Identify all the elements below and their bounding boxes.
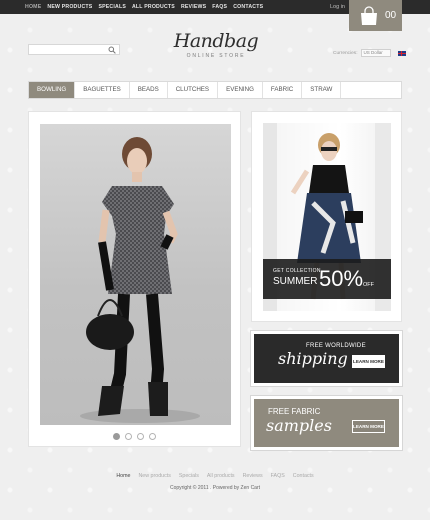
search-input[interactable]	[28, 44, 120, 55]
category-straw[interactable]: STRAW	[302, 82, 342, 98]
footer-link-faqs[interactable]: FAQS	[271, 473, 285, 479]
currency-select[interactable]: US Dollar	[360, 49, 391, 57]
summer-sale-image: GET COLLECTION SUMMER 50% OFF	[263, 123, 391, 311]
top-nav: HOME NEW PRODUCTS SPECIALS ALL PRODUCTS …	[25, 0, 263, 14]
top-nav-reviews[interactable]: REVIEWS	[181, 0, 206, 14]
logo-subtitle: ONLINE STORE	[186, 53, 246, 59]
summer-word: SUMMER	[273, 276, 318, 287]
footer-nav: Home New products Specials All products …	[0, 473, 430, 479]
category-beads[interactable]: BEADS	[130, 82, 168, 98]
footer-link-specials[interactable]: Specials	[179, 473, 199, 479]
summer-percent: 50%	[319, 266, 364, 291]
category-fabric[interactable]: FABRIC	[263, 82, 303, 98]
free-shipping-banner[interactable]: FREE WORLDWIDE shipping LEARN MORE	[250, 330, 403, 387]
shipping-learn-more-button[interactable]: LEARN MORE	[352, 355, 385, 368]
top-nav-contacts[interactable]: CONTACTS	[233, 0, 263, 14]
fabric-line2: samples	[266, 416, 332, 435]
top-nav-all-products[interactable]: ALL PRODUCTS	[132, 0, 175, 14]
slideshow-dot[interactable]	[125, 433, 132, 440]
top-nav-new-products[interactable]: NEW PRODUCTS	[47, 0, 92, 14]
free-fabric-banner[interactable]: FREE FABRIC samples LEARN MORE	[250, 395, 403, 451]
currency-label: Currencies:	[333, 50, 358, 56]
footer-link-new-products[interactable]: New products	[138, 473, 170, 479]
footer-link-contacts[interactable]: Contacts	[293, 473, 314, 479]
slideshow-dot[interactable]	[113, 433, 120, 440]
top-nav-home[interactable]: HOME	[25, 0, 41, 14]
logo-script: Handbag	[173, 30, 259, 52]
model-photo	[80, 137, 200, 423]
slideshow-image[interactable]	[40, 124, 231, 425]
fabric-learn-more-button[interactable]: LEARN MORE	[352, 420, 385, 433]
shipping-line2: shipping	[278, 349, 348, 368]
top-nav-faqs[interactable]: FAQS	[212, 0, 227, 14]
category-bowling[interactable]: BOWLING	[29, 82, 76, 98]
summer-sale-bar: GET COLLECTION SUMMER 50% OFF	[263, 259, 391, 299]
english-flag-icon[interactable]	[397, 50, 406, 56]
summer-get-text: GET COLLECTION	[273, 268, 321, 274]
category-evening[interactable]: EVENING	[218, 82, 263, 98]
category-baguettes[interactable]: BAGUETTES	[75, 82, 130, 98]
cart-button[interactable]: 00	[349, 0, 402, 31]
main-slideshow	[28, 111, 241, 447]
slideshow-pager	[113, 433, 156, 440]
category-clutches[interactable]: CLUTCHES	[168, 82, 219, 98]
fabric-line1: FREE FABRIC	[268, 407, 321, 416]
login-link[interactable]: Log in	[330, 0, 345, 14]
category-nav: BOWLING BAGUETTES BEADS CLUTCHES EVENING…	[28, 81, 402, 99]
cart-count: 00	[385, 10, 397, 21]
footer-link-all-products[interactable]: All products	[207, 473, 235, 479]
search-icon[interactable]	[108, 46, 116, 54]
footer-link-reviews[interactable]: Reviews	[243, 473, 263, 479]
currency-selector: Currencies: US Dollar	[333, 49, 406, 57]
summer-off: OFF	[363, 282, 374, 288]
shopping-bag-icon	[361, 5, 377, 25]
slideshow-dot[interactable]	[137, 433, 144, 440]
top-nav-specials[interactable]: SPECIALS	[98, 0, 126, 14]
copyright: Copyright © 2011 . Powered by Zen Cart	[169, 485, 261, 491]
slideshow-dot[interactable]	[149, 433, 156, 440]
store-logo[interactable]: Handbag ONLINE STORE	[160, 30, 272, 59]
footer-link-home[interactable]: Home	[116, 473, 130, 479]
summer-sale-banner[interactable]: GET COLLECTION SUMMER 50% OFF	[251, 111, 402, 322]
